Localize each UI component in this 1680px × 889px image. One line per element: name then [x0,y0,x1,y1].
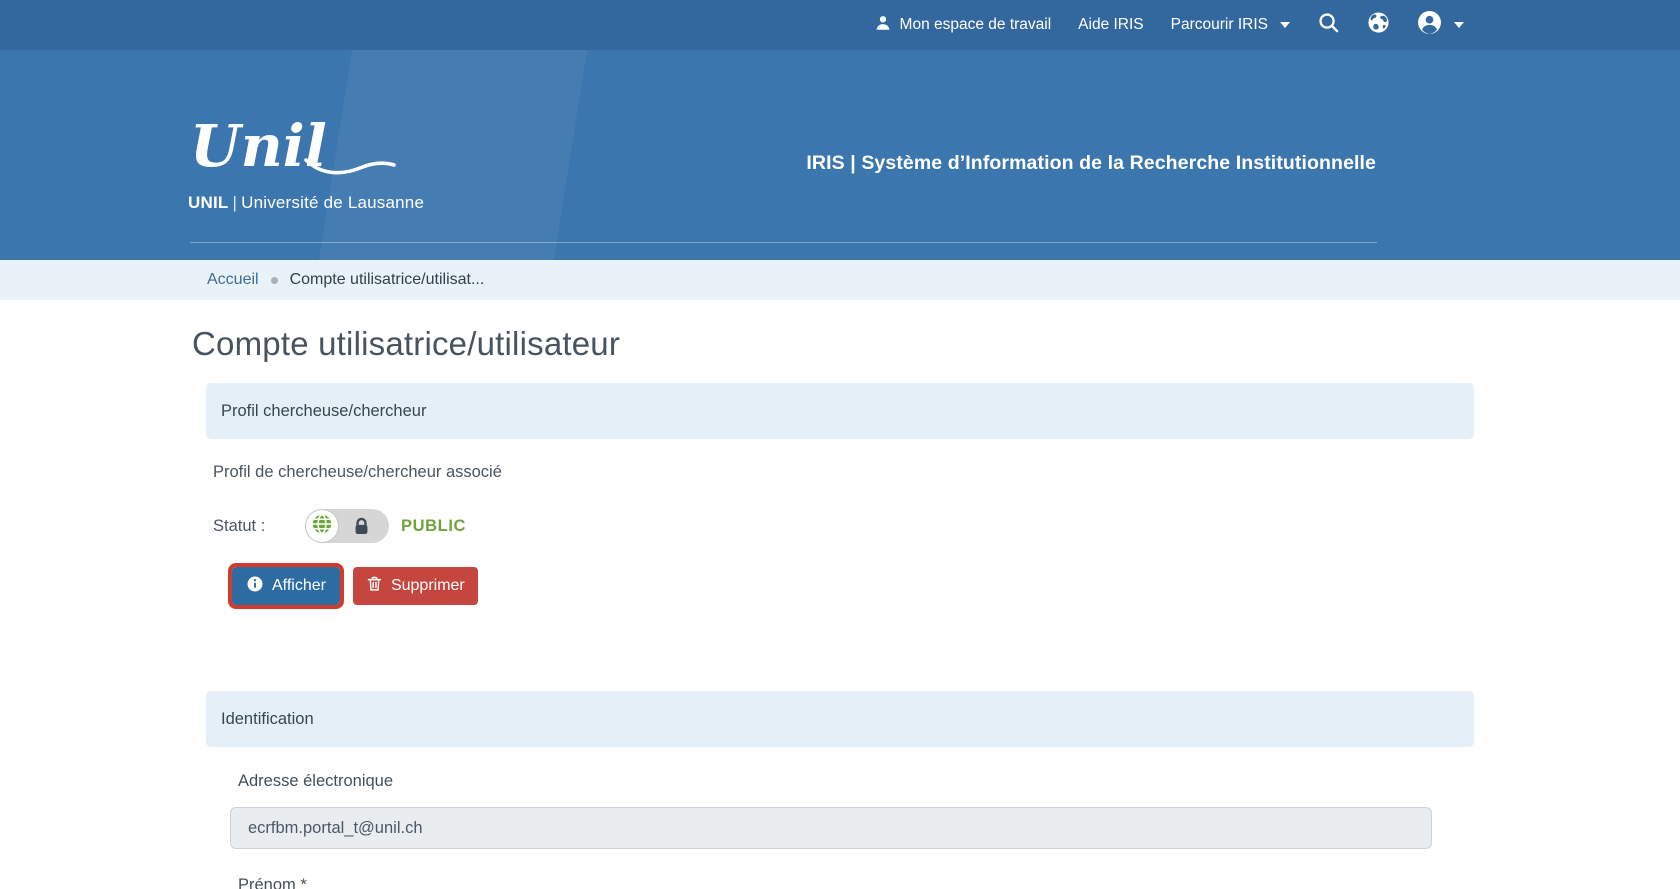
chevron-down-icon [1280,22,1290,28]
delete-button-label: Supprimer [391,577,465,595]
status-row: Statut : [213,509,1476,543]
delete-profile-button[interactable]: Supprimer [353,567,478,605]
workspace-label: Mon espace de travail [900,16,1052,34]
top-bar: Mon espace de travail Aide IRIS Parcouri… [0,0,1680,50]
email-field[interactable] [230,807,1432,849]
identification-section-header[interactable]: Identification [206,691,1474,747]
language-button[interactable] [1367,11,1390,39]
breadcrumb-current: Compte utilisatrice/utilisat... [290,271,485,289]
associated-profile-label: Profil de chercheuse/chercheur associé [213,463,1476,482]
email-label: Adresse électronique [238,772,1476,791]
info-icon [246,575,264,598]
site-header: Unil UNIL|Université de Lausanne IRIS | … [0,50,1680,260]
breadcrumb-separator-dot [271,277,278,284]
identification-section-title: Identification [221,710,314,729]
app-title: IRIS | Système d’Information de la Reche… [806,152,1376,175]
main-content: Compte utilisatrice/utilisateur Profil c… [192,322,1476,889]
unil-script-logo: Unil [188,114,398,188]
show-profile-button[interactable]: Afficher [232,567,340,605]
profile-section-header[interactable]: Profil chercheuse/chercheur [206,383,1474,439]
account-menu[interactable] [1417,10,1464,40]
profile-section-title: Profil chercheuse/chercheur [221,402,426,421]
logo-subtitle: UNIL|Université de Lausanne [188,193,424,213]
browse-menu[interactable]: Parcourir IRIS [1171,16,1290,34]
chevron-down-icon [1454,22,1464,28]
person-circle-icon [1417,10,1442,40]
identification-section-body: Adresse électronique Prénom * [192,747,1476,889]
logo-org-name: Université de Lausanne [241,193,424,212]
firstname-label: Prénom * [238,876,1476,889]
help-label: Aide IRIS [1078,16,1143,34]
profile-actions: Afficher Supprimer [232,567,1476,605]
page-title: Compte utilisatrice/utilisateur [192,322,1476,366]
unil-logo[interactable]: Unil UNIL|Université de Lausanne [188,114,424,213]
workspace-link[interactable]: Mon espace de travail [874,14,1052,37]
logo-org-short: UNIL [188,193,228,212]
person-icon [874,14,892,37]
search-button[interactable] [1317,11,1340,39]
status-label: Statut : [213,517,305,536]
logo-script-text: Unil [190,114,327,180]
header-divider [190,242,1377,243]
identification-section: Identification Adresse électronique Prén… [192,691,1476,889]
breadcrumb-home-link[interactable]: Accueil [207,271,259,289]
browse-label: Parcourir IRIS [1171,16,1268,34]
trash-icon [366,575,383,597]
globe-icon [1367,11,1390,39]
status-badge: PUBLIC [401,517,466,536]
toggle-knob [306,510,338,542]
private-lock-icon [352,517,371,541]
visibility-toggle[interactable] [305,509,389,543]
breadcrumb: Accueil Compte utilisatrice/utilisat... [0,260,1680,300]
show-button-label: Afficher [272,577,326,595]
public-globe-icon [311,513,333,540]
help-link[interactable]: Aide IRIS [1078,16,1143,34]
search-icon [1317,11,1340,39]
profile-section-body: Profil de chercheuse/chercheur associé S… [192,439,1476,605]
